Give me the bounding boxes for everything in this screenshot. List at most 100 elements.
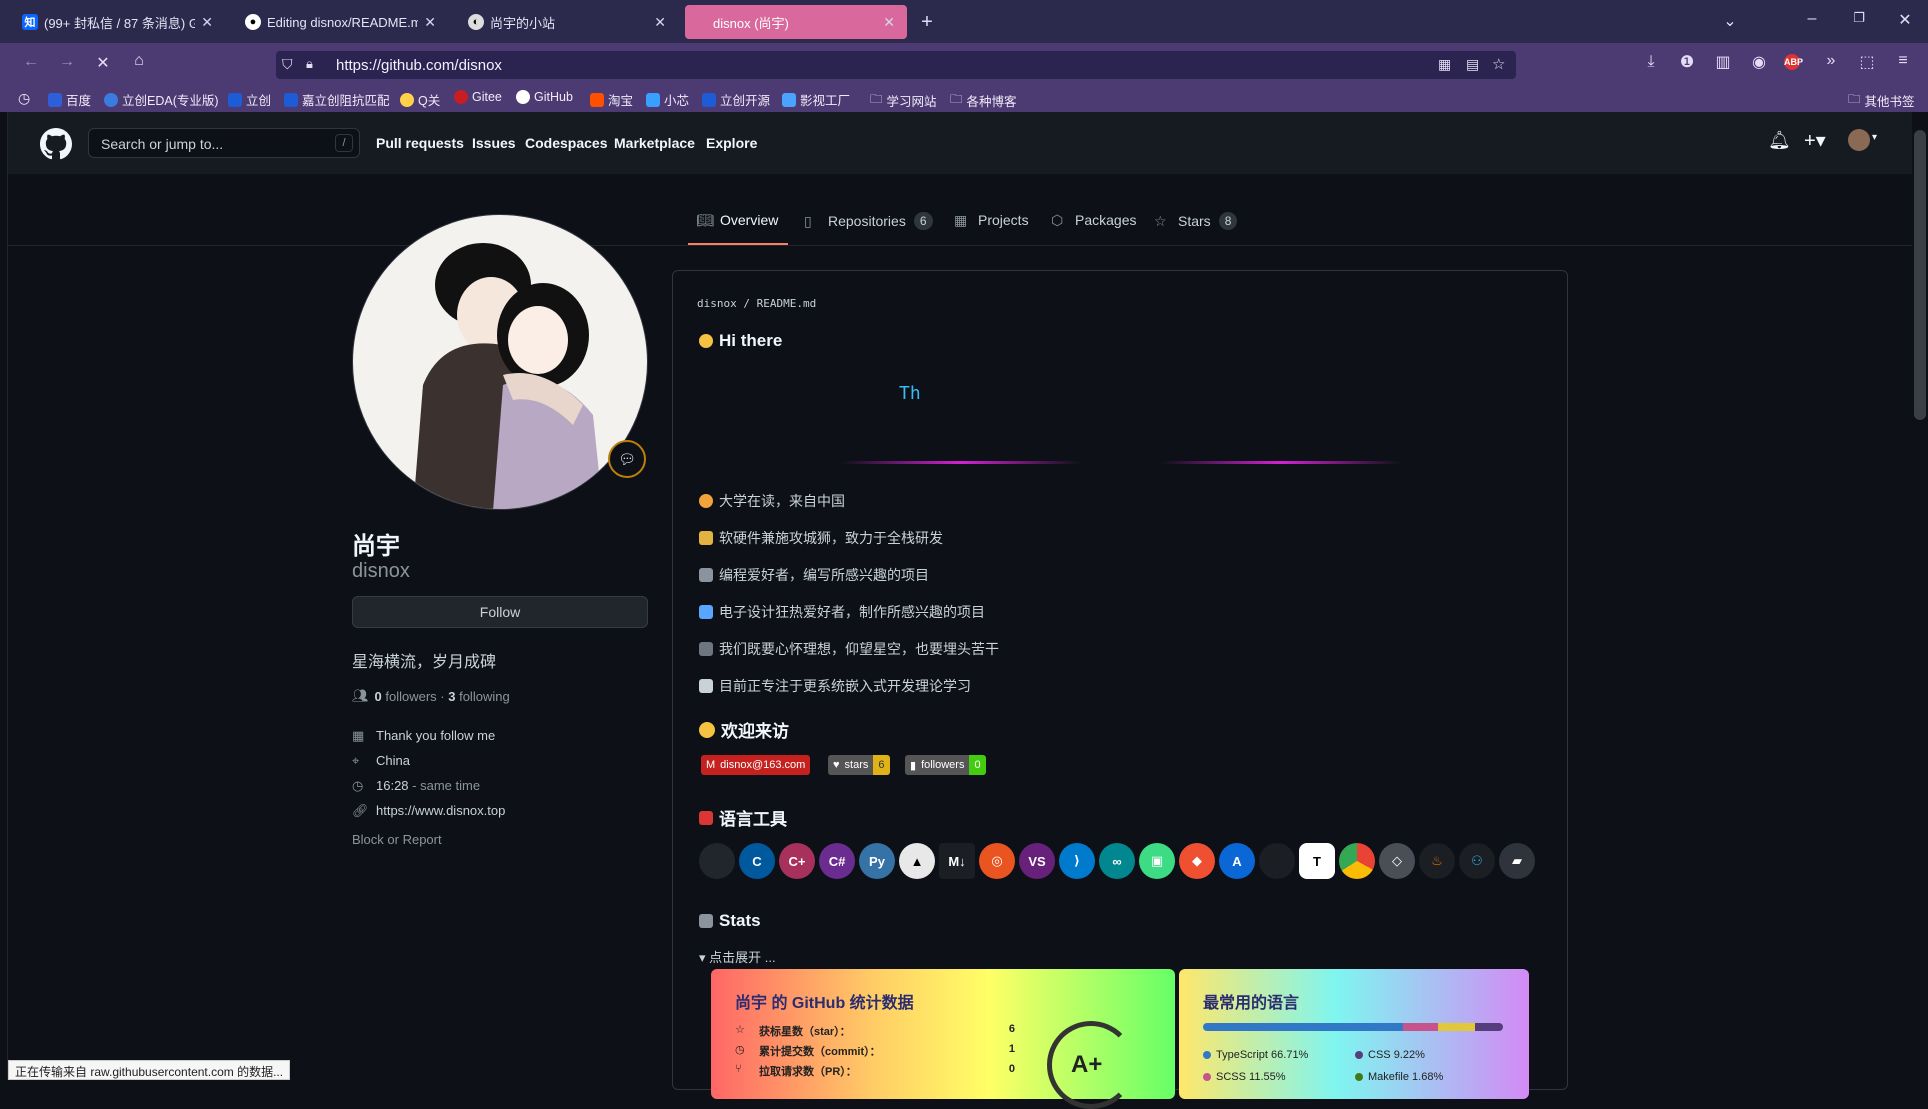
bookmark-xiaoxin[interactable]: 小芯 <box>646 90 689 109</box>
search-input[interactable]: Search or jump to... / <box>88 128 360 158</box>
bookmark-other[interactable]: 🗀 其他书签 <box>1848 90 1915 111</box>
heart-icon: ♥ <box>828 755 845 775</box>
reader-icon[interactable]: ▤ <box>1466 56 1479 73</box>
readme-heading-stats: Stats <box>699 911 761 931</box>
status-emoji-icon[interactable]: 💬︎ <box>608 440 646 478</box>
followers-count[interactable]: 0 <box>375 689 382 704</box>
line-text: 大学在读，来自中国 <box>719 493 845 509</box>
following-count[interactable]: 3 <box>448 689 455 704</box>
github-logo-icon[interactable] <box>40 128 72 160</box>
badge-text: disnox@163.com <box>720 755 811 775</box>
bookmark-qguan[interactable]: Q关 <box>400 90 440 109</box>
language-bar <box>1203 1023 1503 1031</box>
star-icon: ☆ <box>1154 213 1167 229</box>
baidu-icon <box>48 92 62 107</box>
browser-tab-site[interactable]: ◐ 尚宇的小站 ✕ <box>456 5 678 39</box>
follow-button[interactable]: Follow <box>352 596 648 628</box>
profile-website[interactable]: 🔗︎ https://www.disnox.top <box>352 803 505 819</box>
badge-email[interactable]: Mdisnox@163.com <box>701 755 811 775</box>
nav-codespaces[interactable]: Codespaces <box>525 135 607 151</box>
close-icon[interactable]: ✕ <box>424 14 436 31</box>
notification-bell-icon[interactable]: 🔔︎ <box>1768 130 1791 151</box>
create-new-plus-icon[interactable]: +▾ <box>1804 128 1826 153</box>
cpp-icon: C+ <box>779 843 815 879</box>
address-bar[interactable]: ⛉ 🔒︎ https://github.com/disnox ▦ ▤ ☆ <box>276 51 1516 79</box>
page-scrollbar-thumb[interactable] <box>1914 130 1926 420</box>
stop-icon[interactable]: ✕ <box>92 53 114 73</box>
bookmark-taobao[interactable]: 淘宝 <box>590 90 633 109</box>
sidebar-icon[interactable]: ▥ <box>1712 52 1734 72</box>
nav-explore[interactable]: Explore <box>706 135 757 151</box>
nav-marketplace[interactable]: Marketplace <box>614 135 695 151</box>
badge-stars[interactable]: ♥ stars 6 <box>828 755 890 775</box>
minimize-icon[interactable]: – <box>1801 10 1823 28</box>
time-suffix: - same time <box>412 778 481 793</box>
tab-packages[interactable]: ⬡ Packages <box>1051 212 1136 228</box>
lock-icon: 🔒︎ <box>306 56 313 71</box>
download-icon[interactable]: ⤓ <box>1640 53 1662 71</box>
block-report-link[interactable]: Block or Report <box>352 832 442 847</box>
menu-icon[interactable]: ≡ <box>1892 52 1914 70</box>
lang-item-scss: SCSS 11.55% <box>1203 1071 1286 1083</box>
home-icon[interactable]: ⌂ <box>128 52 150 70</box>
stat-value: 0 <box>1008 1063 1015 1075</box>
bookmark-lichuang[interactable]: 立创 <box>228 90 271 109</box>
avatar-chevron-down-icon[interactable]: ▾ <box>1872 132 1877 143</box>
close-icon[interactable]: ✕ <box>883 14 895 31</box>
tab-stars[interactable]: ☆ Stars 8 <box>1154 212 1238 230</box>
overflow-chevron-icon[interactable]: » <box>1820 52 1842 70</box>
browser-tab-active[interactable]: disnox (尚宇) ✕ <box>685 5 907 39</box>
bookmark-jlc-impedance[interactable]: 嘉立创阻抗匹配 <box>284 90 390 109</box>
bookmark-label: Q关 <box>418 94 441 108</box>
bookmark-label: 立创开源 <box>720 94 771 108</box>
user-avatar[interactable] <box>1848 129 1870 151</box>
bookmark-lichuang-open[interactable]: 立创开源 <box>702 90 770 109</box>
extension-eye-icon[interactable]: ◉ <box>1748 52 1770 72</box>
extensions-icon[interactable]: ⬚ <box>1856 52 1878 72</box>
forward-icon[interactable]: → <box>56 53 78 71</box>
bookmark-folder-blogs[interactable]: 🗀 各种博客 <box>950 90 1017 111</box>
new-tab-icon[interactable]: + <box>916 11 938 34</box>
bookmark-folder-study[interactable]: 🗀 学习网站 <box>870 90 937 111</box>
tab-list-chevron-icon[interactable]: ⌄ <box>1719 11 1741 31</box>
tab-repositories[interactable]: ▯ Repositories 6 <box>804 212 933 230</box>
nav-issues[interactable]: Issues <box>472 135 516 151</box>
bookmark-label: 影视工厂 <box>800 94 851 108</box>
website-link[interactable]: https://www.disnox.top <box>376 803 505 819</box>
readme-file-link[interactable]: README.md <box>757 297 817 310</box>
browser-tab-zhihu[interactable]: 知 (99+ 封私信 / 87 条消息) GitHub ✕ <box>10 5 225 39</box>
bookmark-gitee[interactable]: Gitee <box>454 90 502 104</box>
star-bookmark-icon[interactable]: ☆ <box>1492 55 1505 73</box>
browser-tab-editing[interactable]: ● Editing disnox/README.md at ✕ <box>233 5 448 39</box>
close-icon[interactable]: ✕ <box>201 14 213 31</box>
cube-icon: ▰ <box>1499 843 1535 879</box>
tab-projects[interactable]: ▦ Projects <box>954 212 1029 228</box>
back-icon[interactable]: ← <box>20 53 42 71</box>
jlc-icon <box>284 92 298 107</box>
qr-icon[interactable]: ▦ <box>1438 56 1451 73</box>
placeholder-tool-icon <box>1259 843 1295 879</box>
bookmarks-bar: ◷ 百度 立创EDA(专业版) 立创 嘉立创阻抗匹配 Q关 Gitee GitH… <box>0 85 1928 112</box>
bookmark-baidu[interactable]: 百度 <box>48 90 91 109</box>
bookmark-lceda-pro[interactable]: 立创EDA(专业版) <box>104 90 219 109</box>
bookmark-github[interactable]: GitHub <box>516 90 573 104</box>
window-close-icon[interactable]: ✕ <box>1894 10 1916 30</box>
restore-icon[interactable]: ❐ <box>1848 10 1870 26</box>
lang-pct: 11.55% <box>1249 1071 1286 1083</box>
profile-bio: 星海横流，岁月成碑 <box>352 654 497 671</box>
package-icon: ⬡ <box>1051 212 1064 228</box>
details-summary-toggle[interactable]: ▾ 点击展开 ... <box>699 947 776 966</box>
nav-pull-requests[interactable]: Pull requests <box>376 135 464 151</box>
readme-owner-link[interactable]: disnox <box>697 297 737 310</box>
profile-avatar[interactable] <box>352 214 648 510</box>
bookmark-movies[interactable]: 影视工厂 <box>782 90 850 109</box>
following-label[interactable]: following <box>459 689 510 704</box>
tab-overview[interactable]: 📖︎ Overview <box>696 212 778 228</box>
adblock-icon[interactable]: ABP <box>1784 54 1803 70</box>
close-icon[interactable]: ✕ <box>654 14 666 31</box>
history-icon[interactable]: ◷ <box>18 90 30 107</box>
password-icon[interactable]: ❶ <box>1676 52 1698 72</box>
followers-label[interactable]: followers <box>385 689 436 704</box>
badge-followers[interactable]: ▮ followers 0 <box>905 755 986 775</box>
bookmark-label: 百度 <box>66 94 92 108</box>
